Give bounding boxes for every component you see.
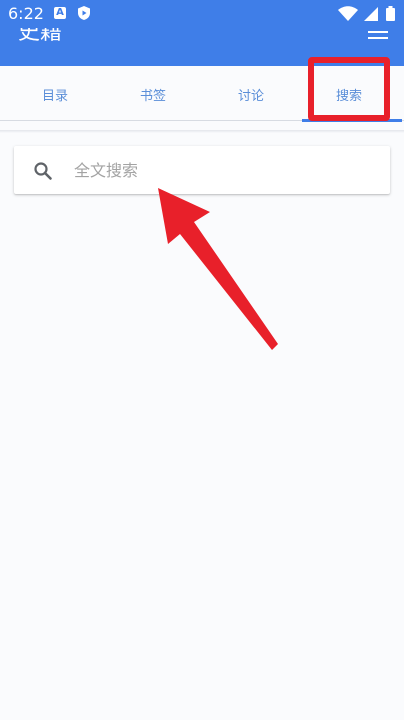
tab-bar: 目录 书签 讨论 搜索	[0, 66, 404, 124]
tab-shadow	[0, 130, 404, 133]
tab-discussion[interactable]: 讨论	[202, 66, 300, 124]
search-icon	[34, 162, 52, 180]
tab-active-indicator	[302, 119, 402, 122]
battery-icon	[386, 6, 395, 21]
play-protect-icon	[78, 6, 90, 20]
tab-contents[interactable]: 目录	[6, 66, 104, 124]
status-bar: 6:22 A	[0, 0, 404, 28]
tab-bookmarks[interactable]: 书签	[104, 66, 202, 124]
app-title: 史籍	[18, 28, 63, 45]
search-input[interactable]	[74, 156, 374, 184]
wifi-icon	[338, 6, 358, 21]
app-bar: 史籍	[0, 28, 404, 66]
menu-button[interactable]	[366, 28, 390, 44]
system-status-icons	[338, 6, 395, 21]
status-time: 6:22	[8, 4, 44, 23]
tab-search[interactable]: 搜索	[300, 66, 398, 124]
search-card	[14, 146, 390, 194]
a-notification-icon: A	[54, 7, 66, 19]
signal-icon	[364, 7, 378, 21]
annotation-arrow	[158, 188, 278, 350]
